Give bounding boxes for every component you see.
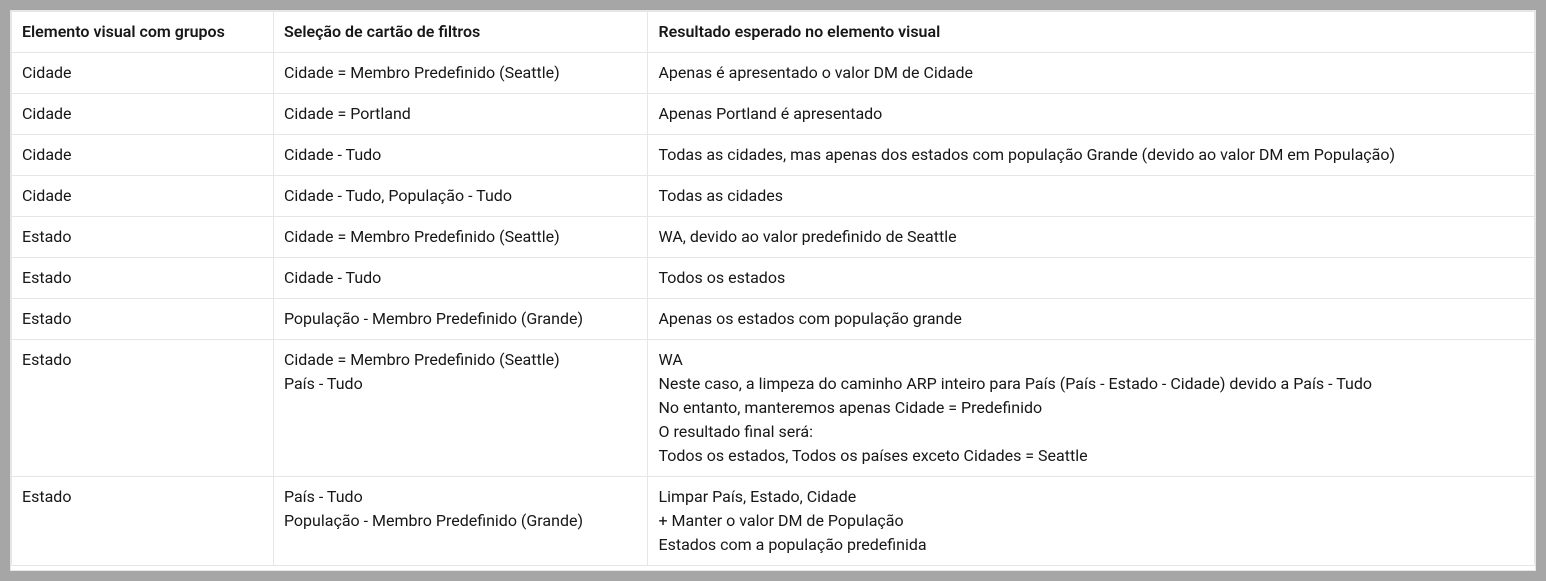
table-cell: Todas as cidades bbox=[648, 176, 1535, 217]
col-header-visual: Elemento visual com grupos bbox=[12, 12, 274, 53]
cell-line: Todos os estados, Todos os países exceto… bbox=[658, 444, 1524, 468]
table-cell: Cidade - Tudo, População - Tudo bbox=[273, 176, 648, 217]
table-cell: Todas as cidades, mas apenas dos estados… bbox=[648, 135, 1535, 176]
table-cell: Cidade bbox=[12, 135, 274, 176]
table-cell: Estado bbox=[12, 299, 274, 340]
table-header-row: Elemento visual com grupos Seleção de ca… bbox=[12, 12, 1535, 53]
table-cell: Estado bbox=[12, 477, 274, 566]
table-cell: Cidade = Portland bbox=[273, 94, 648, 135]
table-row: EstadoCidade = Membro Predefinido (Seatt… bbox=[12, 217, 1535, 258]
cell-line: Limpar País, Estado, Cidade bbox=[658, 485, 1524, 509]
table-cell: Cidade bbox=[12, 176, 274, 217]
table-row: CidadeCidade - TudoTodas as cidades, mas… bbox=[12, 135, 1535, 176]
cell-line: Estados com a população predefinida bbox=[658, 533, 1524, 557]
table-cell: Estado bbox=[12, 217, 274, 258]
cell-line: População - Membro Predefinido (Grande) bbox=[284, 509, 638, 533]
content-frame: Elemento visual com grupos Seleção de ca… bbox=[10, 10, 1536, 571]
cell-line: + Manter o valor DM de População bbox=[658, 509, 1524, 533]
table-row: EstadoPaís - TudoPopulação - Membro Pred… bbox=[12, 477, 1535, 566]
table-cell: Cidade - Tudo bbox=[273, 135, 648, 176]
table-cell: Todos os estados bbox=[648, 258, 1535, 299]
table-cell: WA, devido ao valor predefinido de Seatt… bbox=[648, 217, 1535, 258]
table-row: CidadeCidade = Membro Predefinido (Seatt… bbox=[12, 53, 1535, 94]
table-cell: Cidade - Tudo bbox=[273, 258, 648, 299]
table-cell: População - Membro Predefinido (Grande) bbox=[273, 299, 648, 340]
cell-line: Cidade = Membro Predefinido (Seattle) bbox=[284, 348, 638, 372]
table-row: CidadeCidade - Tudo, População - TudoTod… bbox=[12, 176, 1535, 217]
col-header-selection: Seleção de cartão de filtros bbox=[273, 12, 648, 53]
col-header-result: Resultado esperado no elemento visual bbox=[648, 12, 1535, 53]
cell-line: No entanto, manteremos apenas Cidade = P… bbox=[658, 396, 1524, 420]
table-row: EstadoPopulação - Membro Predefinido (Gr… bbox=[12, 299, 1535, 340]
table-row: CidadeCidade = PortlandApenas Portland é… bbox=[12, 94, 1535, 135]
table-row: EstadoCidade = Membro Predefinido (Seatt… bbox=[12, 340, 1535, 477]
table-cell: Cidade = Membro Predefinido (Seattle)Paí… bbox=[273, 340, 648, 477]
table-cell: Apenas Portland é apresentado bbox=[648, 94, 1535, 135]
table-cell: Estado bbox=[12, 258, 274, 299]
table-cell: Limpar País, Estado, Cidade+ Manter o va… bbox=[648, 477, 1535, 566]
cell-line: País - Tudo bbox=[284, 485, 638, 509]
table-cell: País - TudoPopulação - Membro Predefinid… bbox=[273, 477, 648, 566]
cell-line: Neste caso, a limpeza do caminho ARP int… bbox=[658, 372, 1524, 396]
table-row: EstadoCidade - TudoTodos os estados bbox=[12, 258, 1535, 299]
filter-behavior-table: Elemento visual com grupos Seleção de ca… bbox=[11, 11, 1535, 566]
table-cell: Cidade = Membro Predefinido (Seattle) bbox=[273, 53, 648, 94]
table-cell: WANeste caso, a limpeza do caminho ARP i… bbox=[648, 340, 1535, 477]
cell-line: País - Tudo bbox=[284, 372, 638, 396]
table-cell: Apenas os estados com população grande bbox=[648, 299, 1535, 340]
table-cell: Cidade bbox=[12, 94, 274, 135]
cell-line: WA bbox=[658, 348, 1524, 372]
table-cell: Cidade bbox=[12, 53, 274, 94]
table-body: CidadeCidade = Membro Predefinido (Seatt… bbox=[12, 53, 1535, 566]
cell-line: O resultado final será: bbox=[658, 420, 1524, 444]
table-cell: Estado bbox=[12, 340, 274, 477]
table-cell: Cidade = Membro Predefinido (Seattle) bbox=[273, 217, 648, 258]
table-cell: Apenas é apresentado o valor DM de Cidad… bbox=[648, 53, 1535, 94]
